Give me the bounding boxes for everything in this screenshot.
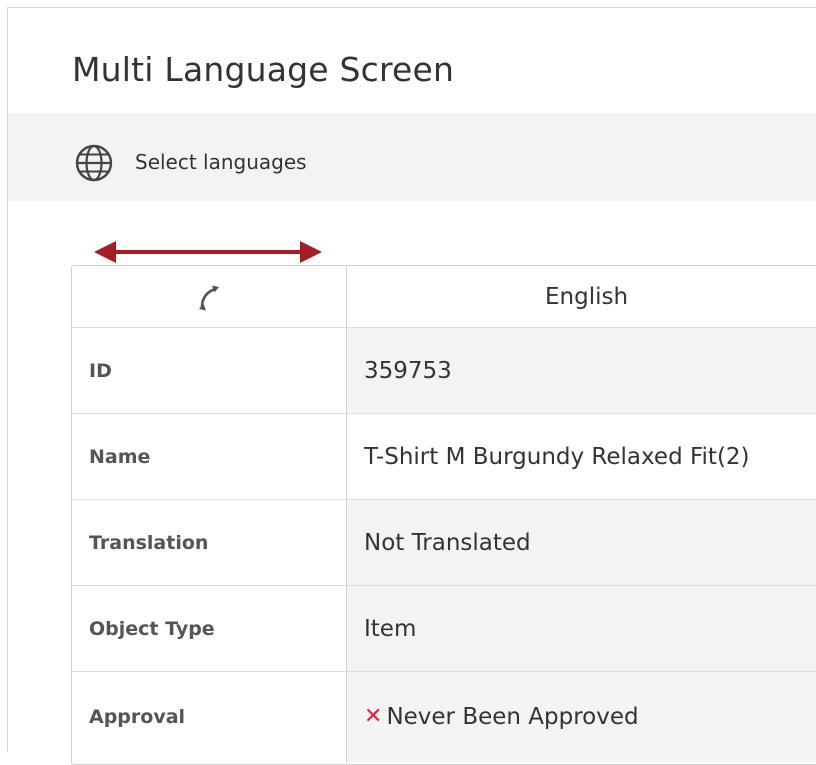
globe-icon[interactable] [74,143,114,183]
row-value: 359753 [346,328,816,413]
translation-grid: English ID 359753 Name T-Shirt M Burgund… [71,265,816,765]
toolbar: Select languages [8,113,816,201]
x-icon: ✕ [364,704,383,729]
row-value: Not Translated [346,500,816,585]
table-row: Approval ✕ Never Been Approved [72,672,816,762]
double-headed-arrow-icon [94,241,322,263]
swap-header-cell [72,266,346,327]
row-label: Approval [72,672,346,762]
approval-value-cell: ✕ Never Been Approved [346,672,816,762]
table-row: ID 359753 [72,328,816,414]
language-column-header[interactable]: English [346,266,816,327]
row-value: Item [346,586,816,671]
approval-status-text: Never Been Approved [386,704,639,730]
row-label: Object Type [72,586,346,671]
grid-header-row: English [72,266,816,328]
multi-language-window: Multi Language Screen Select languages E… [7,7,816,765]
table-row: Object Type Item [72,586,816,672]
select-languages-button[interactable]: Select languages [135,150,307,174]
swap-arrows-icon[interactable] [192,280,226,314]
row-label: Name [72,414,346,499]
row-label: ID [72,328,346,413]
table-row: Translation Not Translated [72,500,816,586]
row-value: T-Shirt M Burgundy Relaxed Fit(2) [346,414,816,499]
page-title: Multi Language Screen [72,50,455,89]
row-label: Translation [72,500,346,585]
table-row: Name T-Shirt M Burgundy Relaxed Fit(2) [72,414,816,500]
